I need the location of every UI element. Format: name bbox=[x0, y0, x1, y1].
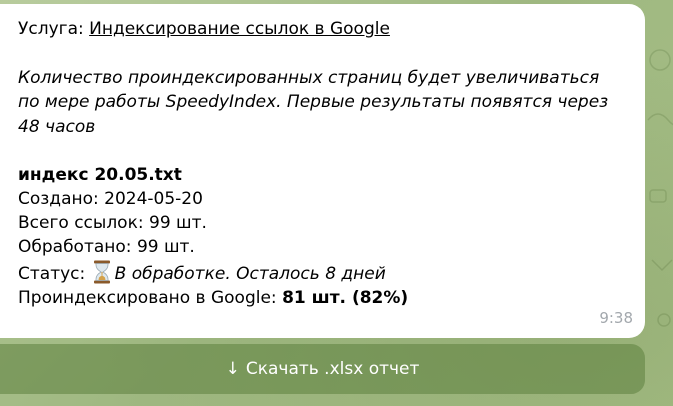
download-button-label: Скачать .xlsx отчет bbox=[245, 359, 420, 379]
service-label: Услуга: bbox=[18, 19, 90, 39]
status-value: В обработке. Осталось 8 дней bbox=[114, 263, 386, 284]
note-line: Количество проиндексированных страниц бу… bbox=[18, 68, 600, 89]
created-label: Создано: bbox=[18, 189, 105, 210]
total-links-value: 99 шт. bbox=[149, 213, 207, 234]
message-time: 9:38 bbox=[599, 308, 633, 327]
status-label: Статус: bbox=[18, 263, 91, 284]
status-line: Статус: В обработке. Осталось 8 дней bbox=[18, 260, 645, 286]
note-text: Количество проиндексированных страниц бу… bbox=[18, 66, 628, 139]
hourglass-icon bbox=[93, 260, 111, 284]
note-line: 48 часов bbox=[18, 116, 96, 137]
processed-line: Обработано: 99 шт. bbox=[18, 235, 645, 259]
total-links-line: Всего ссылок: 99 шт. bbox=[18, 211, 645, 235]
created-line: Создано: 2024-05-20 bbox=[18, 187, 645, 211]
download-arrow-icon: ↓ bbox=[225, 359, 240, 379]
service-line: Услуга: Индексирование ссылок в Google bbox=[18, 17, 645, 41]
service-link[interactable]: Индексирование ссылок в Google bbox=[89, 19, 390, 39]
processed-value: 99 шт. bbox=[136, 237, 195, 258]
indexed-line: Проиндексировано в Google: 81 шт. (82%) bbox=[18, 286, 645, 310]
indexed-value: 81 шт. (82%) bbox=[282, 287, 409, 308]
indexed-label: Проиндексировано в Google: bbox=[18, 287, 283, 308]
processed-label: Обработано: bbox=[18, 237, 137, 258]
note-line: по мере работы SpeedyIndex. Первые резул… bbox=[18, 92, 609, 113]
created-value: 2024-05-20 bbox=[104, 189, 203, 210]
total-links-label: Всего ссылок: bbox=[18, 213, 149, 234]
file-name: индекс 20.05.txt bbox=[18, 164, 182, 185]
message-bubble: Услуга: Индексирование ссылок в Google К… bbox=[0, 4, 645, 338]
download-report-button[interactable]: ↓ Скачать .xlsx отчет bbox=[0, 344, 645, 394]
